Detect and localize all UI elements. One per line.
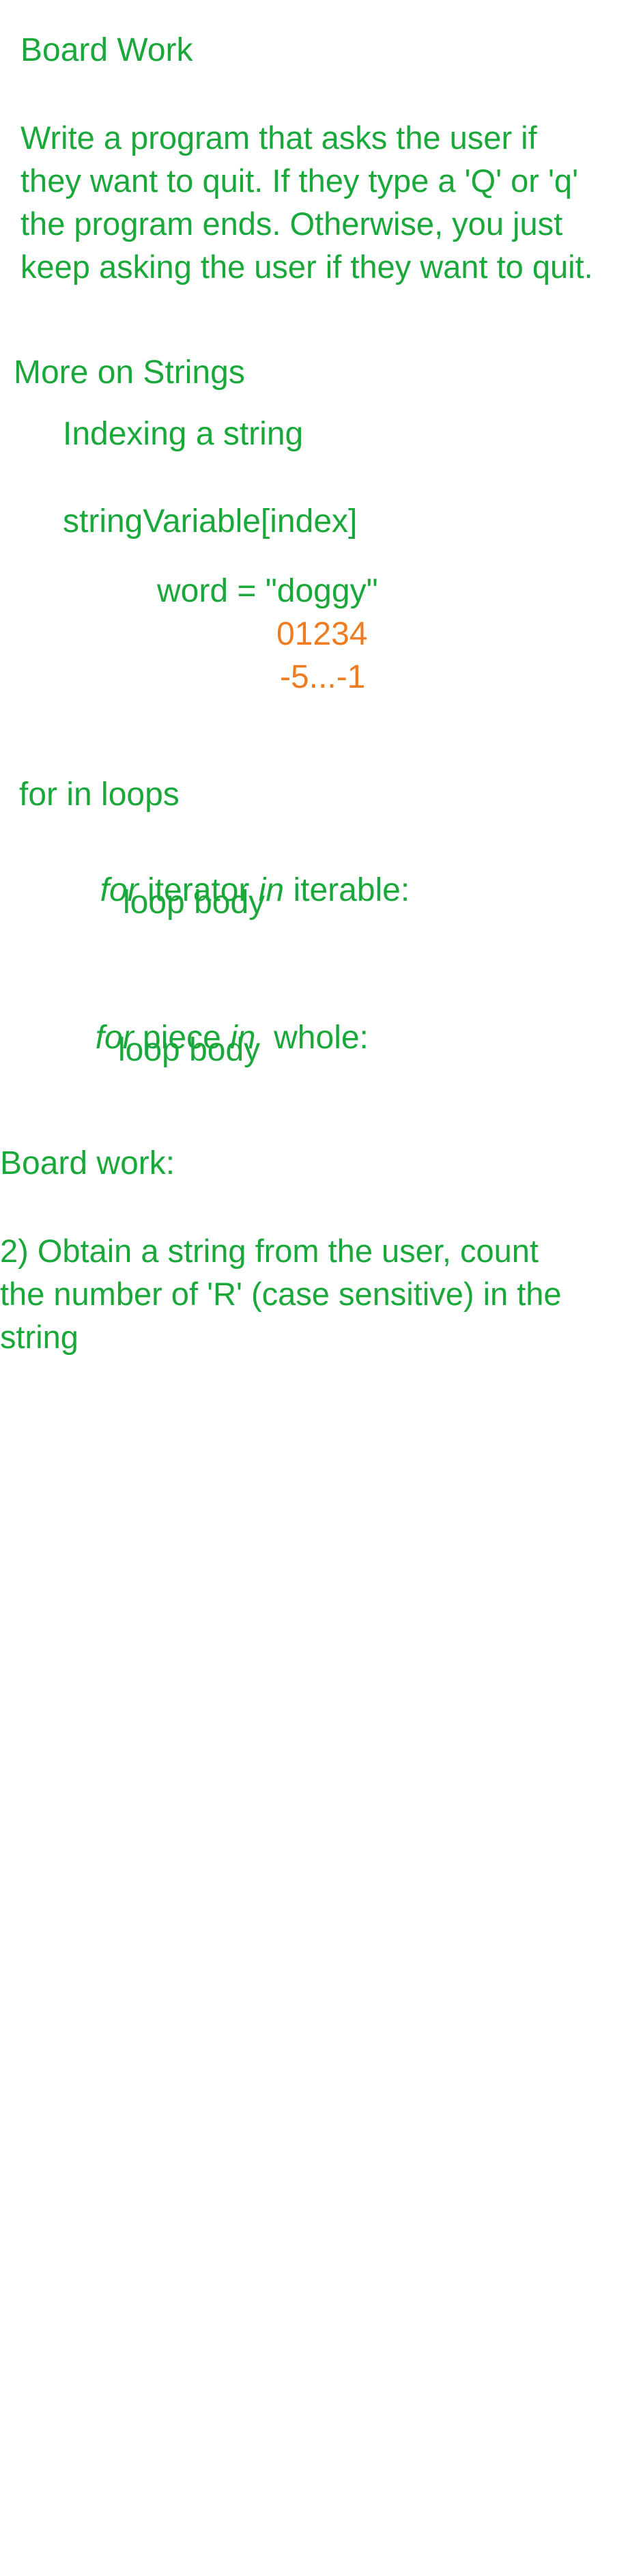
iterable-label: iterable: xyxy=(284,872,410,908)
whole-label: whole: xyxy=(255,1020,369,1056)
loop-body-label: loop body xyxy=(118,1032,261,1068)
negative-indices: -5...-1 xyxy=(280,659,366,695)
for-in-heading: for in loops xyxy=(19,776,180,813)
board-work2-prompt: 2) Obtain a string from the user, count … xyxy=(0,1233,562,1355)
strings-heading: More on Strings xyxy=(14,354,245,391)
word-example: word = "doggy" xyxy=(157,573,378,609)
indexing-heading: Indexing a string xyxy=(63,416,304,452)
positive-indices: 01234 xyxy=(276,616,368,652)
index-syntax: stringVariable[index] xyxy=(63,503,358,540)
loop-body-label: loop body xyxy=(123,884,266,921)
board-work-title: Board Work xyxy=(20,32,193,68)
board-work-prompt: Write a program that asks the user if th… xyxy=(20,120,593,285)
board-work2-title: Board work: xyxy=(0,1145,175,1181)
